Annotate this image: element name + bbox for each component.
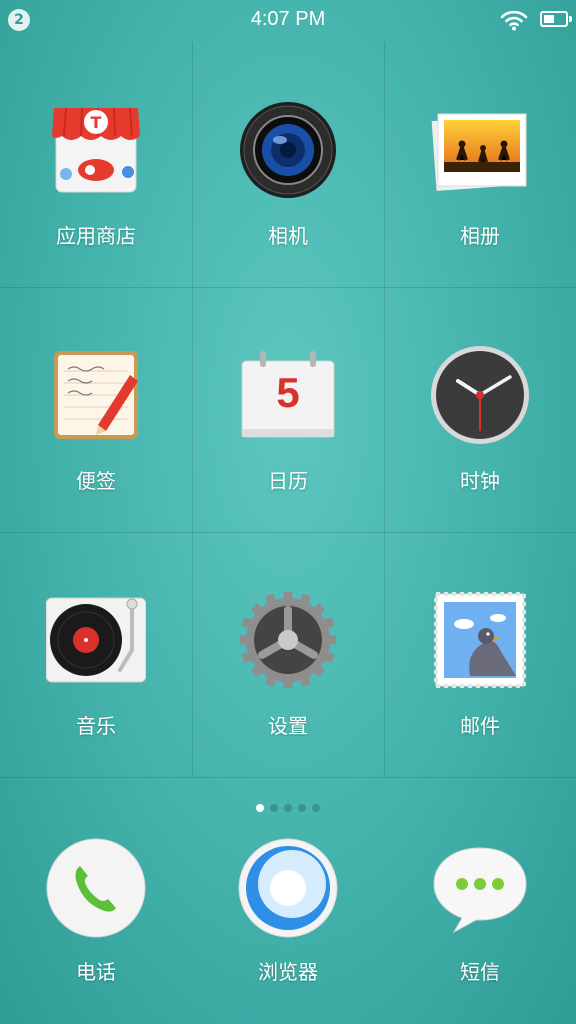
- camera-icon: [240, 102, 336, 198]
- page-dot-1[interactable]: [256, 804, 264, 812]
- calendar-day: 5: [276, 369, 300, 416]
- calendar-icon: 5: [238, 345, 338, 445]
- notes-icon: [54, 351, 138, 439]
- status-bar: 2 4:07 PM: [0, 0, 576, 42]
- clock-icon: [431, 346, 529, 444]
- svg-text:T: T: [91, 113, 102, 132]
- page-indicator[interactable]: [0, 797, 576, 816]
- app-camera[interactable]: [192, 42, 384, 287]
- sms-icon: [433, 847, 527, 934]
- battery-icon: [540, 11, 572, 27]
- page-dot-4[interactable]: [298, 804, 306, 812]
- dock-browser[interactable]: 浏览器: [192, 830, 384, 1024]
- app-mail[interactable]: [384, 532, 576, 777]
- page-dot-3[interactable]: [284, 804, 292, 812]
- dock-phone-label: 电话: [76, 960, 116, 984]
- gallery-icon: [431, 113, 527, 191]
- app-notes[interactable]: [0, 287, 192, 532]
- browser-icon: [238, 838, 338, 938]
- dock-browser-label: 浏览器: [258, 960, 318, 984]
- app-clock[interactable]: [384, 287, 576, 532]
- app-gallery[interactable]: [384, 42, 576, 287]
- dock-phone[interactable]: 电话: [0, 830, 192, 1024]
- dock-sms[interactable]: 短信: [384, 830, 576, 1024]
- status-time: 4:07 PM: [250, 8, 326, 30]
- app-grid: T 5: [0, 42, 576, 778]
- page-dot-2[interactable]: [270, 804, 278, 812]
- phone-icon: [46, 838, 146, 938]
- app-store[interactable]: T: [0, 42, 192, 287]
- page-dot-5[interactable]: [312, 804, 320, 812]
- music-icon: [46, 597, 146, 683]
- app-music[interactable]: [0, 532, 192, 777]
- mail-icon: [434, 592, 526, 688]
- dock-sms-label: 短信: [460, 960, 500, 984]
- app-settings[interactable]: [192, 532, 384, 777]
- store-icon: T: [52, 107, 140, 193]
- app-calendar[interactable]: 5: [192, 287, 384, 532]
- settings-icon: [240, 592, 336, 688]
- wifi-icon: [500, 10, 528, 31]
- dock: 电话 浏览器 短信: [0, 830, 576, 1024]
